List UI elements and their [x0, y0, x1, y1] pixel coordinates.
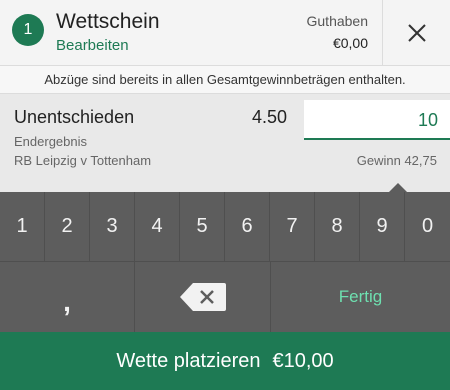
bet-selection: Unentschieden 4.50 Endergebnis RB Leipzi…	[0, 94, 450, 192]
key-8[interactable]: 8	[315, 192, 360, 262]
backspace-icon	[179, 283, 226, 311]
key-7[interactable]: 7	[270, 192, 315, 262]
stake-input[interactable]: 10	[304, 100, 450, 140]
balance-value: €0,00	[332, 35, 368, 51]
place-bet-amount: €10,00	[272, 349, 334, 372]
key-1[interactable]: 1	[0, 192, 45, 262]
place-bet-label: Wette platzieren	[116, 349, 261, 372]
close-button[interactable]	[382, 0, 450, 66]
event-name: RB Leipzig v Tottenham	[14, 153, 152, 168]
key-2[interactable]: 2	[45, 192, 90, 262]
market-name: Endergebnis	[14, 134, 87, 149]
keypad-pointer	[389, 183, 407, 192]
close-icon	[407, 24, 426, 42]
betslip-title: Wettschein	[56, 10, 160, 33]
balance-label: Guthaben	[306, 13, 369, 29]
selection-count-badge: 1	[12, 14, 44, 46]
key-6[interactable]: 6	[225, 192, 270, 262]
edit-link[interactable]: Bearbeiten	[56, 37, 129, 54]
key-3[interactable]: 3	[90, 192, 135, 262]
key-9[interactable]: 9	[360, 192, 405, 262]
potential-return: Gewinn 42,75	[356, 153, 437, 168]
key-comma[interactable]: ,	[0, 262, 135, 332]
selection-name: Unentschieden	[14, 107, 135, 127]
betslip-header: 1 Wettschein Bearbeiten Guthaben €0,00	[0, 0, 450, 66]
key-5[interactable]: 5	[180, 192, 225, 262]
odds-value: 4.50	[252, 107, 288, 127]
place-bet-button[interactable]: Wette platzieren €10,00	[0, 332, 450, 390]
numeric-keypad: 1 2 3 4 5 6 7 8 9 0 , Fertig	[0, 183, 450, 332]
key-0[interactable]: 0	[405, 192, 450, 262]
done-button[interactable]: Fertig	[271, 262, 450, 332]
backspace-button[interactable]	[135, 262, 271, 332]
deduction-notice: Abzüge sind bereits in allen Gesamtgewin…	[0, 66, 450, 94]
key-4[interactable]: 4	[135, 192, 180, 262]
